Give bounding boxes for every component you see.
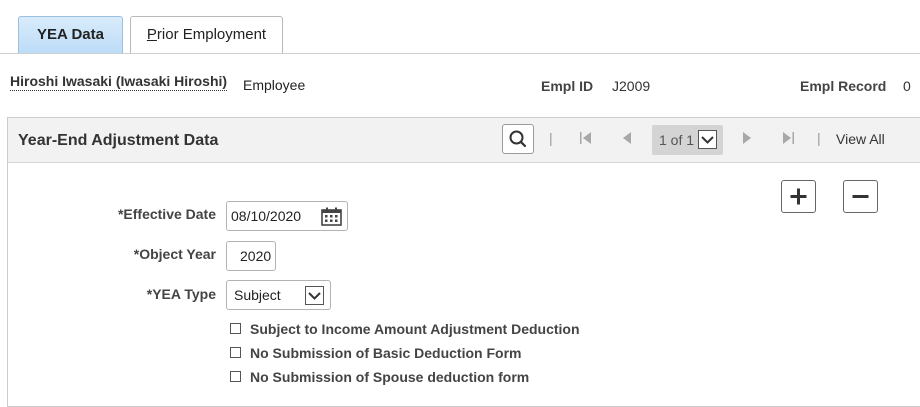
spouse-deduction-checkbox[interactable] [230, 371, 241, 382]
row-counter-text: 1 of 1 [659, 132, 695, 148]
calendar-icon[interactable] [321, 207, 342, 226]
last-page-icon[interactable] [781, 130, 795, 146]
income-adjustment-label: Subject to Income Amount Adjustment Dedu… [250, 321, 580, 337]
pager-separator: | [549, 130, 553, 146]
group-title: Year-End Adjustment Data [18, 132, 219, 149]
spouse-deduction-label: No Submission of Spouse deduction form [250, 369, 530, 385]
search-button[interactable] [502, 124, 534, 154]
first-page-icon[interactable] [579, 130, 593, 146]
minus-icon [852, 195, 869, 198]
income-adjustment-checkbox[interactable] [230, 323, 241, 334]
search-icon [509, 130, 527, 148]
tab-divider [0, 53, 920, 54]
object-year-field[interactable]: 2020 [226, 241, 276, 271]
empl-record-label: Empl Record [800, 78, 887, 94]
effective-date-value: 08/10/2020 [231, 208, 302, 224]
group-header: Year-End Adjustment Data | 1 of 1 | View… [8, 118, 920, 163]
view-all-link[interactable]: View All [836, 131, 885, 147]
empl-record-value: 0 [903, 78, 911, 94]
tab-prior-employment-accesskey: P [146, 26, 157, 43]
row-counter-dropdown[interactable] [698, 130, 717, 149]
object-year-label: *Object Year [133, 246, 216, 262]
page-tabs: YEA Data Prior Employment [0, 0, 920, 54]
employee-name-link[interactable]: Hiroshi Iwasaki (Iwasaki Hiroshi) [10, 73, 228, 91]
empl-id-label: Empl ID [541, 78, 594, 94]
plus-icon [790, 188, 807, 205]
object-year-value: 2020 [240, 248, 272, 264]
yea-type-dropdown-button[interactable] [305, 286, 324, 305]
basic-deduction-label: No Submission of Basic Deduction Form [250, 345, 522, 361]
tab-prior-employment-label: rior Employment [156, 26, 267, 43]
previous-icon[interactable] [620, 130, 634, 146]
effective-date-label: *Effective Date [117, 206, 216, 222]
pager-separator-2: | [817, 130, 821, 146]
basic-deduction-checkbox[interactable] [230, 347, 241, 358]
tab-yea-data-label: YEA Data [37, 26, 104, 43]
add-row-button[interactable] [781, 180, 816, 213]
tab-yea-data[interactable]: YEA Data [18, 16, 123, 53]
chevron-down-icon [308, 292, 321, 300]
effective-date-field[interactable]: 08/10/2020 [226, 201, 348, 231]
yea-type-label: *YEA Type [146, 286, 216, 302]
year-end-adjustment-group: Year-End Adjustment Data | 1 of 1 | View… [7, 117, 920, 407]
yea-type-select[interactable]: Subject [226, 280, 331, 310]
empl-id-value: J2009 [612, 78, 651, 94]
chevron-down-icon [701, 136, 714, 144]
tab-prior-employment[interactable]: Prior Employment [130, 16, 283, 53]
next-icon[interactable] [740, 130, 754, 146]
row-counter: 1 of 1 [652, 125, 723, 155]
delete-row-button[interactable] [843, 180, 878, 213]
employee-type: Employee [243, 77, 306, 93]
yea-type-value: Subject [234, 287, 281, 303]
